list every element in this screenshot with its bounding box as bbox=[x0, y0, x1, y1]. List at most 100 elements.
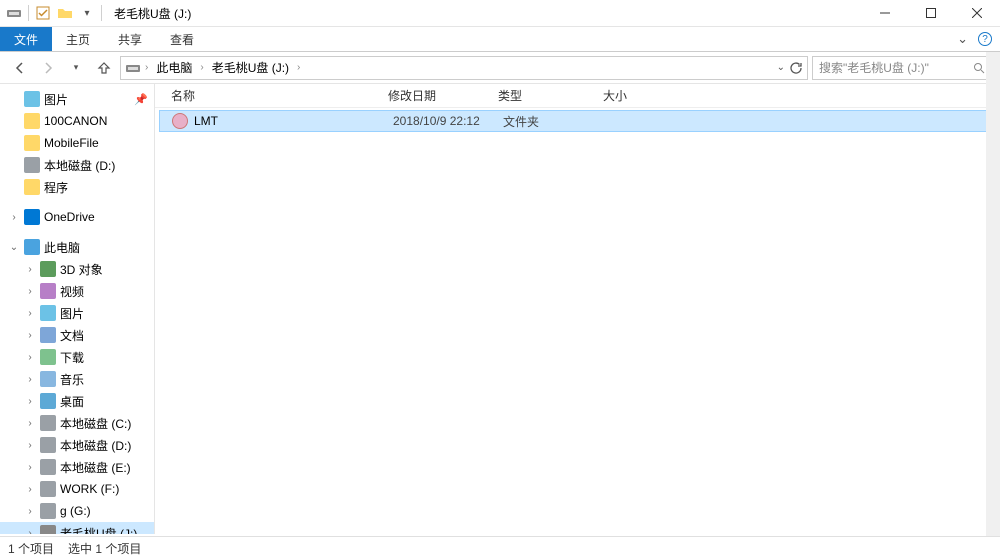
tree-label: 下载 bbox=[60, 349, 84, 366]
drive-icon bbox=[24, 157, 40, 173]
tree-label: 100CANON bbox=[44, 114, 107, 128]
tree-item[interactable]: › 图片 bbox=[0, 302, 154, 324]
drive-icon bbox=[40, 437, 56, 453]
nav-forward-button[interactable] bbox=[36, 56, 60, 80]
col-name[interactable]: 名称 bbox=[155, 87, 380, 104]
tree-label: WORK (F:) bbox=[60, 482, 119, 496]
tree-item[interactable]: › 3D 对象 bbox=[0, 258, 154, 280]
folder-img-icon bbox=[40, 305, 56, 321]
col-size[interactable]: 大小 bbox=[595, 87, 675, 104]
close-button[interactable] bbox=[954, 0, 1000, 27]
tree-item[interactable]: ›图片📌 bbox=[0, 88, 154, 110]
folder-icon[interactable] bbox=[57, 5, 73, 21]
tab-view[interactable]: 查看 bbox=[156, 27, 208, 51]
tab-share[interactable]: 共享 bbox=[104, 27, 156, 51]
expand-icon[interactable]: › bbox=[24, 484, 36, 495]
col-date[interactable]: 修改日期 bbox=[380, 87, 490, 104]
tree-item[interactable]: ⌄ 此电脑 bbox=[0, 236, 154, 258]
tree-item[interactable]: ›MobileFile bbox=[0, 132, 154, 154]
drive-icon bbox=[6, 5, 22, 21]
folder-icon bbox=[24, 113, 40, 129]
tree-label: MobileFile bbox=[44, 136, 99, 150]
tree-item[interactable]: ›老毛桃U盘 (J:) bbox=[0, 522, 154, 534]
navigation-pane[interactable]: ›图片📌›100CANON›MobileFile›本地磁盘 (D:)›程序›On… bbox=[0, 84, 155, 534]
maximize-button[interactable] bbox=[908, 0, 954, 27]
column-headers[interactable]: 名称 修改日期 类型 大小 bbox=[155, 84, 1000, 108]
help-icon[interactable]: ? bbox=[978, 32, 992, 46]
pin-icon: 📌 bbox=[134, 93, 148, 106]
expand-icon[interactable]: › bbox=[24, 264, 36, 275]
folder-lmt-icon bbox=[172, 113, 188, 129]
tree-label: 此电脑 bbox=[44, 239, 80, 256]
tree-item[interactable]: ›视频 bbox=[0, 280, 154, 302]
expand-icon[interactable]: › bbox=[24, 330, 36, 341]
chevron-right-icon[interactable]: › bbox=[143, 62, 150, 73]
minimize-button[interactable] bbox=[862, 0, 908, 27]
window-title: 老毛桃U盘 (J:) bbox=[114, 5, 191, 22]
expand-icon[interactable]: › bbox=[24, 352, 36, 363]
status-selected: 选中 1 个项目 bbox=[68, 540, 141, 557]
checkbox-icon[interactable] bbox=[35, 5, 51, 21]
tab-home[interactable]: 主页 bbox=[52, 27, 104, 51]
search-input[interactable]: 搜索"老毛桃U盘 (J:)" bbox=[812, 56, 992, 80]
tree-item[interactable]: › 音乐 bbox=[0, 368, 154, 390]
tab-file[interactable]: 文件 bbox=[0, 27, 52, 51]
scrollbar[interactable] bbox=[986, 52, 1000, 536]
tree-item[interactable]: › 下载 bbox=[0, 346, 154, 368]
expand-icon[interactable]: › bbox=[24, 440, 36, 451]
expand-icon[interactable]: › bbox=[24, 374, 36, 385]
tree-item[interactable]: ›g (G:) bbox=[0, 500, 154, 522]
nav-back-button[interactable] bbox=[8, 56, 32, 80]
tree-item[interactable]: ›程序 bbox=[0, 176, 154, 198]
col-type[interactable]: 类型 bbox=[490, 87, 595, 104]
chevron-right-icon[interactable]: › bbox=[295, 62, 302, 73]
tree-item[interactable]: ›本地磁盘 (C:) bbox=[0, 412, 154, 434]
tree-item[interactable]: ›桌面 bbox=[0, 390, 154, 412]
nav-up-button[interactable] bbox=[92, 56, 116, 80]
expand-icon[interactable]: › bbox=[24, 506, 36, 517]
file-type: 文件夹 bbox=[495, 113, 600, 130]
file-row[interactable]: LMT 2018/10/9 22:12 文件夹 bbox=[159, 110, 996, 132]
expand-icon[interactable]: › bbox=[24, 308, 36, 319]
tree-item[interactable]: ›100CANON bbox=[0, 110, 154, 132]
down-icon bbox=[40, 349, 56, 365]
video-icon bbox=[40, 283, 56, 299]
expand-icon[interactable]: › bbox=[24, 462, 36, 473]
tree-item[interactable]: › WORK (F:) bbox=[0, 478, 154, 500]
music-icon bbox=[40, 371, 56, 387]
tree-label: 3D 对象 bbox=[60, 261, 103, 278]
tree-label: 图片 bbox=[44, 91, 68, 108]
onedrive-icon bbox=[24, 209, 40, 225]
breadcrumb[interactable]: › 此电脑 › 老毛桃U盘 (J:) › ⌄ bbox=[120, 56, 808, 80]
tree-item[interactable]: ›本地磁盘 (D:) bbox=[0, 154, 154, 176]
tree-item[interactable]: ›本地磁盘 (D:) bbox=[0, 434, 154, 456]
refresh-icon[interactable] bbox=[789, 61, 803, 75]
expand-icon[interactable]: › bbox=[24, 418, 36, 429]
file-list: 名称 修改日期 类型 大小 LMT 2018/10/9 22:12 文件夹 bbox=[155, 84, 1000, 534]
breadcrumb-dropdown-icon[interactable]: ⌄ bbox=[777, 62, 785, 73]
expand-icon[interactable]: ⌄ bbox=[8, 242, 20, 253]
nav-history-dropdown[interactable]: ▾ bbox=[64, 56, 88, 80]
tree-item[interactable]: ›本地磁盘 (E:) bbox=[0, 456, 154, 478]
drive-small-icon bbox=[125, 60, 141, 76]
tree-label: 音乐 bbox=[60, 371, 84, 388]
tree-label: 图片 bbox=[60, 305, 84, 322]
status-count: 1 个项目 bbox=[8, 540, 54, 557]
ribbon-expand-icon[interactable]: ⌄ bbox=[957, 31, 968, 47]
expand-icon[interactable]: › bbox=[24, 528, 36, 535]
expand-icon[interactable]: › bbox=[24, 396, 36, 407]
qat-dropdown-icon[interactable]: ▾ bbox=[79, 5, 95, 21]
expand-icon[interactable]: › bbox=[24, 286, 36, 297]
expand-icon[interactable]: › bbox=[8, 212, 20, 223]
tree-item[interactable]: › OneDrive bbox=[0, 206, 154, 228]
tree-label: 程序 bbox=[44, 179, 68, 196]
breadcrumb-seg-drive[interactable]: 老毛桃U盘 (J:) bbox=[208, 59, 293, 76]
chevron-right-icon[interactable]: › bbox=[198, 62, 205, 73]
search-icon bbox=[973, 62, 985, 74]
drive-icon bbox=[40, 415, 56, 431]
tree-label: OneDrive bbox=[44, 210, 95, 224]
tree-item[interactable]: › 文档 bbox=[0, 324, 154, 346]
tree-label: 文档 bbox=[60, 327, 84, 344]
breadcrumb-seg-pc[interactable]: 此电脑 bbox=[152, 59, 196, 76]
usb-icon bbox=[40, 525, 56, 534]
